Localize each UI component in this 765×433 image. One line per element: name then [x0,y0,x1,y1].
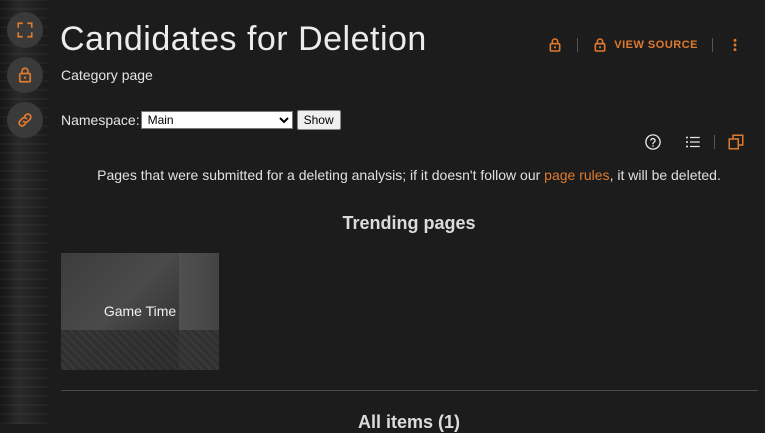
what-links-here-button[interactable] [7,102,43,138]
protection-lock-button[interactable] [547,37,563,53]
category-description: Pages that were submitted for a deleting… [60,167,758,183]
gallery-view-icon[interactable] [727,133,745,151]
page-rules-link[interactable]: page rules [544,167,609,183]
more-vertical-icon [733,38,737,52]
all-items-heading: All items (1) [357,412,461,432]
trending-card[interactable]: Game Time [61,253,219,370]
namespace-label: Namespace: [61,112,140,128]
view-source-label: VIEW SOURCE [614,39,698,51]
page-actions: VIEW SOURCE [547,34,743,56]
card-thumbnail-floor [61,330,219,370]
view-source-button[interactable]: VIEW SOURCE [592,37,698,53]
action-separator [577,38,579,52]
lock-icon [594,38,606,52]
link-icon [18,113,32,127]
action-separator [712,38,713,52]
show-button[interactable]: Show [296,110,341,130]
category-toolbar [644,132,745,152]
trending-pages-heading: Trending pages [342,213,476,233]
trending-card-label: Game Time [103,303,177,319]
namespace-select[interactable]: Main [140,111,293,129]
description-text-after: , it will be deleted. [609,167,721,183]
lock-icon [18,67,32,83]
section-divider [61,390,758,391]
page-subtitle: Category page [61,67,153,83]
description-text-before: Pages that were submitted for a deleting… [97,167,545,183]
fullscreen-button[interactable] [7,12,43,48]
list-view-icon[interactable] [684,133,702,151]
toolbar-separator [714,135,715,149]
page-title: Candidates for Deletion [60,20,427,58]
help-icon[interactable] [644,133,662,151]
lock-icon [549,38,561,52]
more-actions-button[interactable] [727,37,743,53]
namespace-form: Namespace: Main Show [61,110,341,130]
protection-button[interactable] [7,57,43,93]
expand-icon [17,22,33,38]
